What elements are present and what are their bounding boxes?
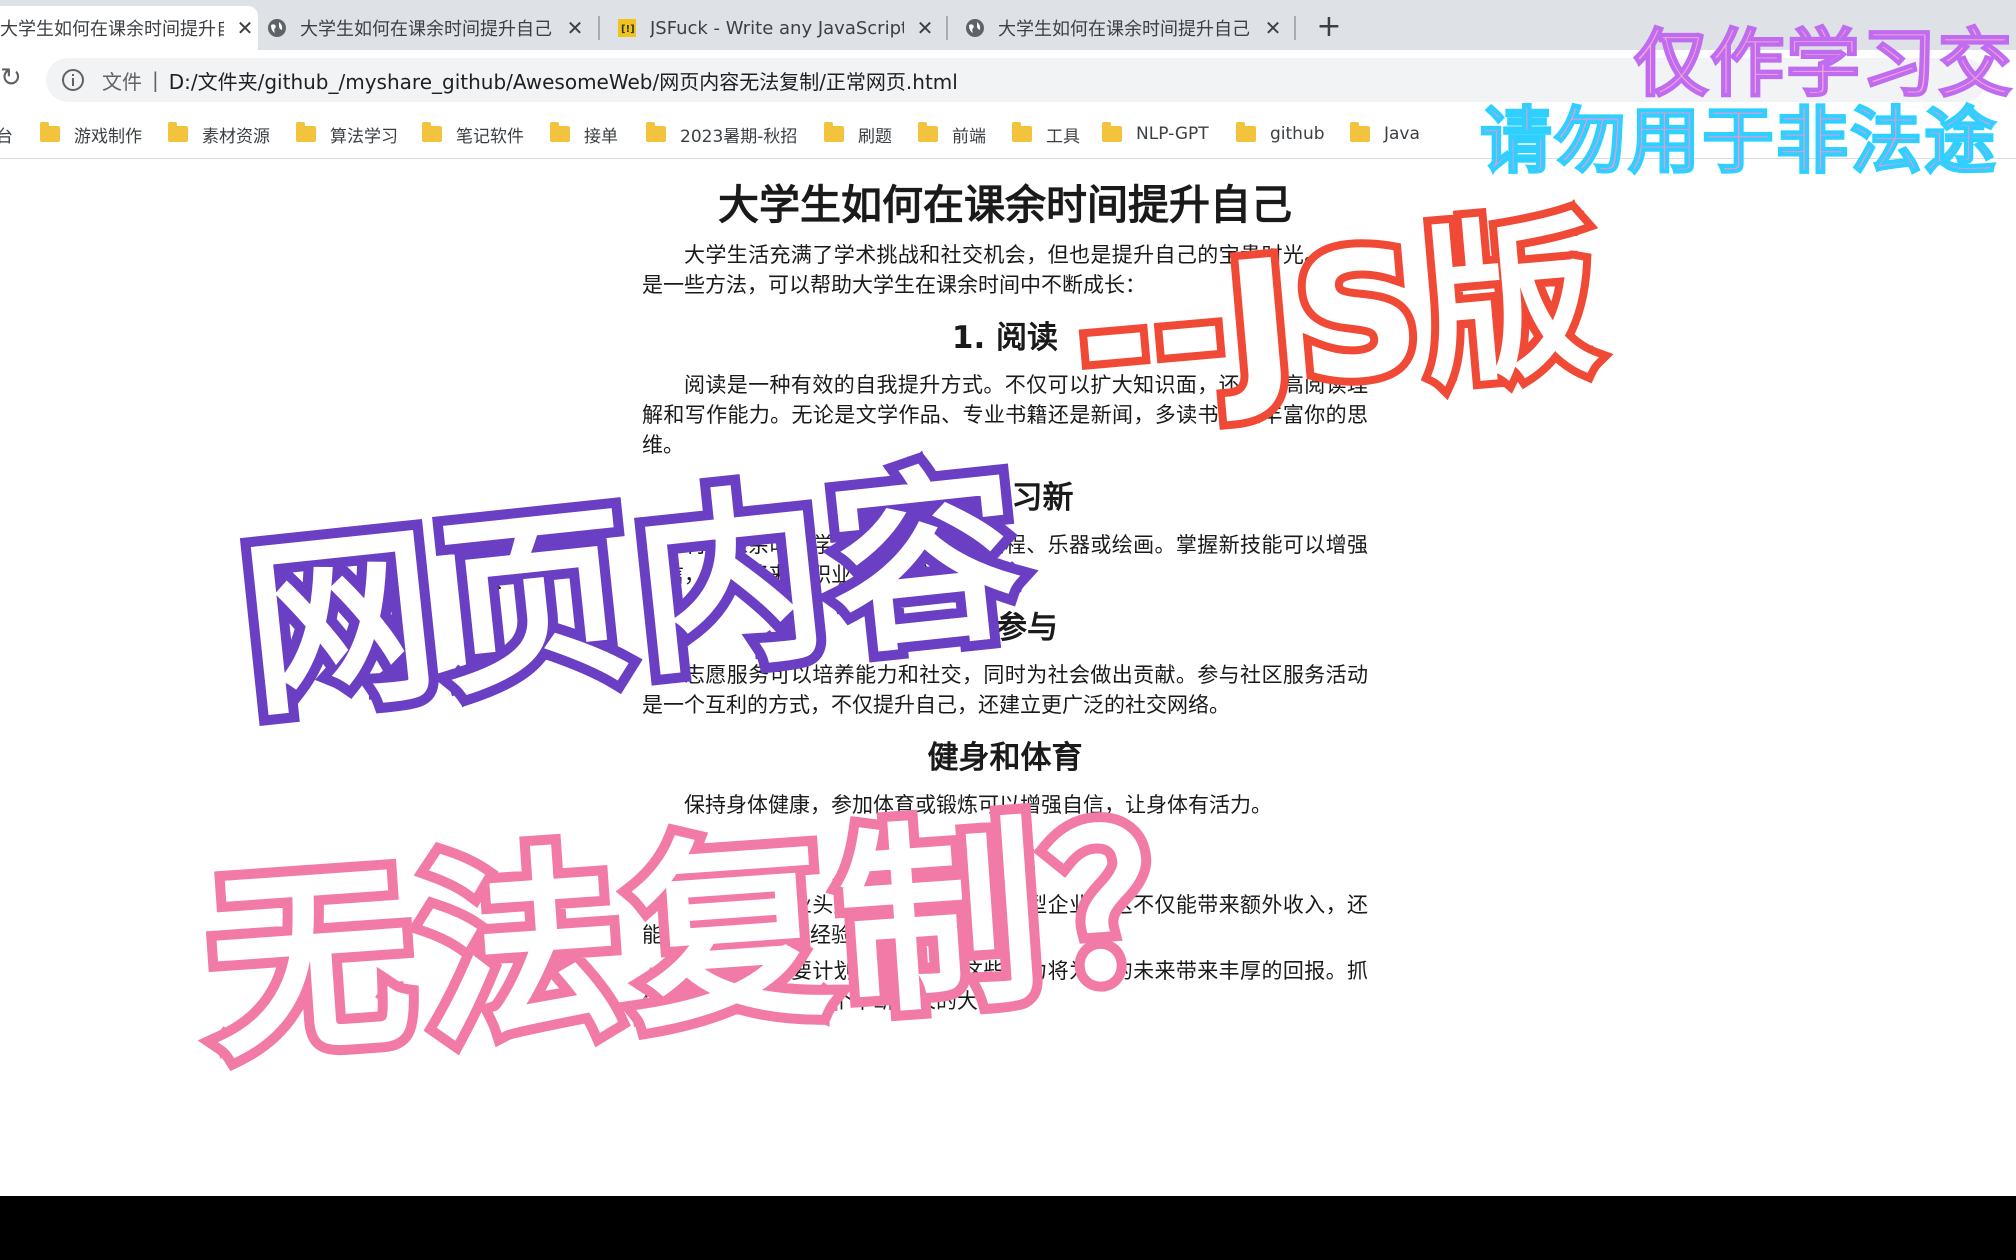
close-icon[interactable]: ✕ xyxy=(562,15,588,41)
bookmark-label: 素材资源 xyxy=(202,126,270,147)
close-icon[interactable]: ✕ xyxy=(232,15,258,41)
tab-4[interactable]: 大学生如何在课余时间提升自己 ✕ xyxy=(964,6,1286,50)
bookmark-item[interactable]: 接单 xyxy=(550,120,618,148)
bookmark-item[interactable]: 前端 xyxy=(918,120,986,148)
jsfuck-icon: [!] xyxy=(616,17,638,39)
scheme-separator: | xyxy=(152,68,159,92)
tab-1[interactable]: 大学生如何在课余时间提升自己 ✕ xyxy=(0,6,258,50)
bookmark-label: 前端 xyxy=(952,126,986,147)
bookmark-item[interactable]: NLP-GPT xyxy=(1102,120,1209,148)
folder-icon xyxy=(422,122,442,142)
folder-icon xyxy=(1012,122,1032,142)
scheme-label: 文件 xyxy=(102,69,142,94)
folder-icon xyxy=(918,122,938,142)
bookmark-label: 台 xyxy=(0,126,13,147)
folder-icon xyxy=(646,122,666,142)
bookmark-item[interactable]: 素材资源 xyxy=(168,120,270,148)
bookmark-item[interactable]: 台 xyxy=(0,120,13,148)
folder-icon xyxy=(1102,122,1122,142)
folder-icon xyxy=(1236,122,1256,142)
bookmark-label: NLP-GPT xyxy=(1136,124,1209,144)
bookmark-item[interactable]: 刷题 xyxy=(824,120,892,148)
close-icon[interactable]: ✕ xyxy=(912,15,938,41)
close-icon[interactable]: ✕ xyxy=(1260,15,1286,41)
headline-cannot-copy: 无法复制？ xyxy=(193,772,1277,1098)
globe-icon xyxy=(266,17,288,39)
tab-separator xyxy=(946,16,948,40)
tab-3[interactable]: [!] JSFuck - Write any JavaScript ✕ xyxy=(616,6,938,50)
bookmark-label: 笔记软件 xyxy=(456,126,524,147)
js-version-caption: --JS版 xyxy=(1061,186,1615,448)
bookmark-item[interactable]: 工具 xyxy=(1012,120,1080,148)
tab-title: 大学生如何在课余时间提升自己 xyxy=(0,19,224,40)
bookmark-item[interactable]: Java xyxy=(1350,120,1420,148)
info-icon[interactable] xyxy=(60,67,86,93)
tab-title: 大学生如何在课余时间提升自己 xyxy=(998,19,1250,40)
new-tab-button[interactable]: + xyxy=(1312,10,1346,44)
bookmark-item[interactable]: 算法学习 xyxy=(296,120,398,148)
browser-window: 大学生如何在课余时间提升自己 ✕ 大学生如何在课余时间提升自己 ✕ [!] JS… xyxy=(0,0,2016,1196)
folder-icon xyxy=(296,122,316,142)
bookmark-item[interactable]: 2023暑期-秋招 xyxy=(646,120,797,148)
bookmark-label: 2023暑期-秋招 xyxy=(680,126,798,147)
globe-icon xyxy=(964,17,986,39)
tab-title: 大学生如何在课余时间提升自己 xyxy=(300,19,552,40)
bookmark-label: 工具 xyxy=(1046,126,1080,147)
bookmark-item[interactable]: github xyxy=(1236,120,1325,148)
tab-title: JSFuck - Write any JavaScript xyxy=(650,17,904,39)
bookmark-label: Java xyxy=(1384,124,1420,144)
bookmark-label: 算法学习 xyxy=(330,126,398,147)
svg-text:[!]: [!] xyxy=(621,24,635,35)
reload-icon[interactable]: ↻ xyxy=(0,64,28,92)
bookmark-item[interactable]: 笔记软件 xyxy=(422,120,524,148)
folder-icon xyxy=(550,122,570,142)
bookmark-item[interactable]: 游戏制作 xyxy=(40,120,142,148)
bookmark-label: github xyxy=(1270,124,1325,144)
folder-icon xyxy=(1350,122,1370,142)
url-text[interactable]: D:/文件夹/github_/myshare_github/AwesomeWeb… xyxy=(169,66,958,95)
folder-icon xyxy=(168,122,188,142)
tab-2[interactable]: 大学生如何在课余时间提升自己 ✕ xyxy=(266,6,588,50)
tab-separator xyxy=(598,16,600,40)
folder-icon xyxy=(824,122,844,142)
bookmark-label: 接单 xyxy=(584,126,618,147)
bookmark-label: 游戏制作 xyxy=(74,126,142,147)
tab-separator xyxy=(1294,16,1296,40)
folder-icon xyxy=(40,122,60,142)
bookmark-label: 刷题 xyxy=(858,126,892,147)
bottom-letterbox xyxy=(0,1196,2016,1260)
